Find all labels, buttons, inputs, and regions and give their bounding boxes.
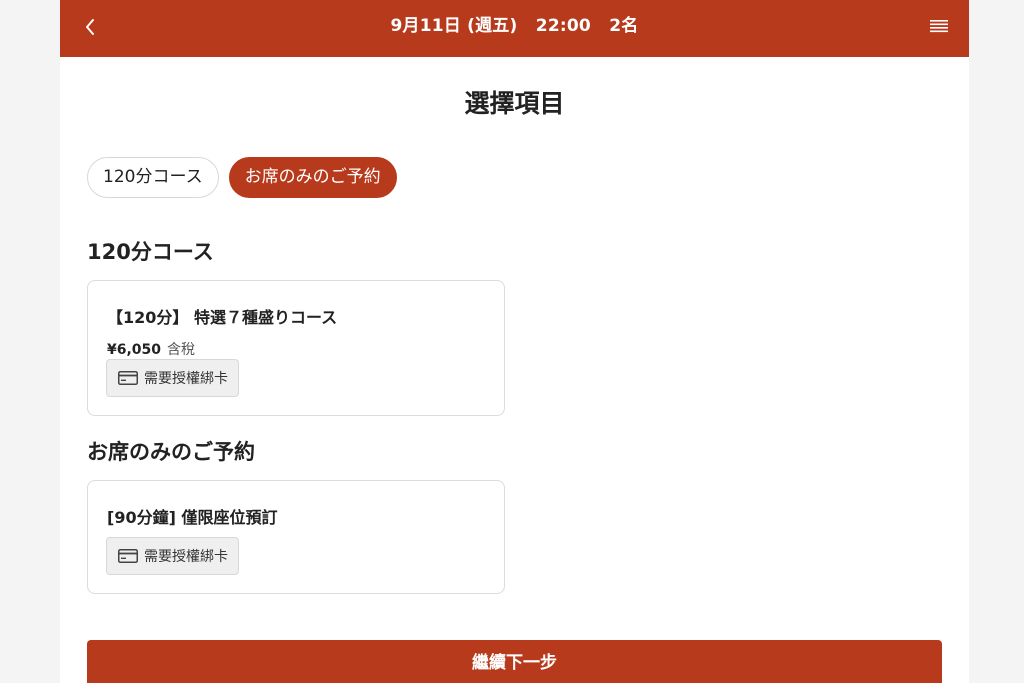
hamburger-menu-icon: [930, 20, 948, 33]
seat-only-title: [90分鐘] 僅限座位預訂: [107, 508, 278, 527]
course-price: ¥6,050: [107, 342, 162, 358]
section-heading-120min-course: 120分コース: [87, 240, 214, 264]
tax-note: 含稅: [167, 342, 196, 358]
continue-button[interactable]: 繼續下一步: [87, 640, 942, 683]
menu-button[interactable]: [923, 10, 955, 42]
top-bar: 9月11日 (週五) 22:00 2名: [60, 0, 969, 57]
tab-seat-only[interactable]: お席のみのご予約: [228, 157, 397, 198]
course-title: 【120分】 特選７種盛りコース: [107, 308, 338, 327]
seat-only-card[interactable]: [90分鐘] 僅限座位預訂 需要授權綁卡: [87, 480, 505, 594]
card-required-badge: 需要授權綁卡: [106, 537, 239, 575]
page-title: 選擇項目: [464, 89, 565, 118]
card-required-label: 需要授權綁卡: [144, 371, 228, 387]
category-tabs: 120分コース お席のみのご予約: [87, 157, 397, 198]
card-required-label: 需要授權綁卡: [144, 549, 228, 565]
app-frame: 9月11日 (週五) 22:00 2名 選擇項目 120分コース お席のみのご予…: [60, 0, 969, 683]
course-card[interactable]: 【120分】 特選７種盛りコース ¥6,050 含稅 需要授權綁卡: [87, 280, 505, 416]
price-row: ¥6,050 含稅: [107, 339, 195, 359]
tab-120min-course[interactable]: 120分コース: [87, 157, 219, 198]
section-heading-seat-only: お席のみのご予約: [87, 440, 255, 464]
credit-card-icon: [118, 549, 138, 563]
reservation-summary: 9月11日 (週五) 22:00 2名: [390, 16, 639, 36]
card-required-badge: 需要授權綁卡: [106, 359, 239, 397]
credit-card-icon: [118, 371, 138, 385]
